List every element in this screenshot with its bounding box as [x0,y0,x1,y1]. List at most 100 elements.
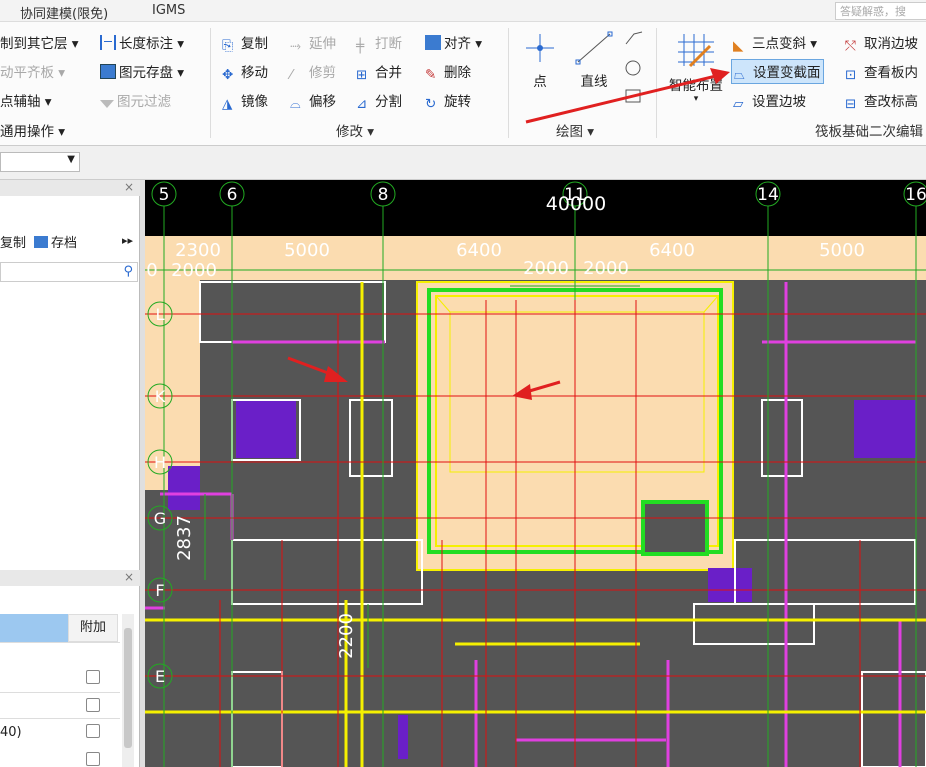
trim-icon: ⁄ [290,67,293,83]
view-elevation-button[interactable]: ⊟ 查改标高 [845,90,918,112]
point-axis-button[interactable]: 点辅轴 ▾ [0,90,52,110]
trim-button[interactable]: ⁄ 修剪 [290,61,336,83]
general-ops-group-label[interactable]: 通用操作 ▾ [0,120,65,140]
checkbox[interactable] [86,724,100,738]
row-value: 40) [0,725,22,740]
set-slope-button[interactable]: ⏥ 设置边坡 [733,90,806,112]
line-icon [575,31,613,65]
align-icon [425,35,441,50]
panel-save-button[interactable]: 存档 [34,232,77,251]
merge-icon: ⊞ [356,67,368,83]
row-axis-label: G [154,509,166,528]
mirror-button[interactable]: ◮ 镜像 [222,90,268,112]
axis-label: 14 [757,185,779,205]
cad-drawing[interactable]: 5 6 8 11 14 16 40000 L K H G F E 2300 50… [145,180,926,767]
row-axis-label: F [155,581,164,600]
layer-select[interactable]: ▼ [0,152,80,172]
close-icon[interactable]: × [124,180,134,194]
auto-align-slab-button[interactable]: 动平齐板 ▾ [0,61,65,81]
element-filter-button[interactable]: 图元过滤 [100,90,171,110]
panel-copy-button[interactable]: 复制 [0,232,26,251]
properties-header: × [0,570,140,586]
row-axis-label: K [155,387,166,406]
expand-icon[interactable]: ▸▸ [122,234,133,247]
offset-icon: ⌓ [290,96,301,112]
break-icon: ╪ [356,38,365,54]
scrollbar[interactable] [122,614,134,767]
dimension-text: 2000 [583,258,629,279]
table-header-extra: 附加 [68,614,118,642]
copy-button[interactable]: ⎘ 复制 [222,32,268,54]
copy-to-layer-button[interactable]: 制到其它层 ▾ [0,32,79,52]
three-point-slope-button[interactable]: ◣ 三点变斜 ▾ [733,32,817,54]
extend-button[interactable]: ⤑ 延伸 [290,32,336,54]
dimension-text: 5000 [819,240,865,261]
close-icon[interactable]: × [124,570,134,584]
tab-igms[interactable]: IGMS [152,3,185,18]
dimension-text: 2837 [174,515,195,561]
eraser-icon: ✎ [425,67,437,83]
tab-collab-modeling[interactable]: 协同建模(限免) [20,3,108,22]
length-dim-icon [100,35,116,50]
split-icon: ⊿ [356,96,368,112]
copy-icon: ⎘ [222,38,234,54]
dimension-text: 2000 [523,258,569,279]
dimension-text: 6400 [456,240,502,261]
rotate-button[interactable]: ↻ 旋转 [425,90,471,112]
row-axis-label: E [155,667,165,686]
table-header-cell [0,614,68,642]
move-button[interactable]: ✥ 移动 [222,61,268,83]
set-section-button[interactable]: ⏢ 设置变截面 [731,59,824,84]
dimension-text: 5000 [284,240,330,261]
help-search-input[interactable]: 答疑解惑，搜 [835,2,926,20]
total-dimension: 40000 [546,193,606,215]
raft-group-label: 筏板基础二次编辑 [815,124,923,140]
view-slab-button[interactable]: ⊡ 查看板内 [845,61,918,83]
dimension-text: 0 [146,260,157,281]
cancel-slope-button[interactable]: ⤲ 取消边坡 [845,32,918,54]
checkbox[interactable] [86,698,100,712]
align-button[interactable]: 对齐 ▾ [425,32,482,52]
dimension-text: 2000 [171,260,217,281]
top-tab-bar: 协同建模(限免) IGMS 答疑解惑，搜 [0,0,926,22]
drawing-canvas[interactable]: 5 6 8 11 14 16 40000 L K H G F E 2300 50… [145,180,926,767]
slope-icon: ◣ [733,38,744,54]
point-icon [526,34,554,62]
dimension-text: 6400 [649,240,695,261]
panel-search-input[interactable]: ⚲ [0,262,138,282]
axis-label: 8 [378,185,389,205]
save-icon [100,64,116,79]
elevation-icon: ⊟ [845,96,857,112]
merge-button[interactable]: ⊞ 合并 [356,61,402,83]
length-dim-button[interactable]: 长度标注 ▾ [100,32,184,52]
filter-icon [100,100,114,108]
split-button[interactable]: ⊿ 分割 [356,90,402,112]
break-button[interactable]: ╪ 打断 [356,32,402,54]
axis-label: 5 [159,185,170,205]
rotate-icon: ↻ [425,96,437,112]
dimension-text: 2200 [336,613,357,659]
element-save-button[interactable]: 图元存盘 ▾ [100,61,184,81]
search-icon: ⚲ [123,264,133,279]
modify-group-label[interactable]: 修改 ▾ [336,120,374,140]
annotation-arrow [525,68,730,124]
move-icon: ✥ [222,67,234,83]
axis-label: 16 [905,185,926,205]
left-panel: × 复制 存档 ▸▸ ⚲ × 附加 40) [0,180,140,767]
checkbox[interactable] [86,670,100,684]
delete-button[interactable]: ✎ 删除 [425,61,471,83]
cancel-slope-icon: ⤲ [845,38,856,54]
row-axis-label: H [154,453,166,472]
chevron-down-icon: ▼ [67,154,75,165]
mirror-icon: ◮ [222,96,233,112]
ribbon: 制到其它层 ▾ 动平齐板 ▾ 点辅轴 ▾ 通用操作 ▾ 长度标注 ▾ 图元存盘 … [0,22,926,146]
dimension-text: 2300 [175,240,221,261]
panel-header: × [0,180,140,196]
ribbon-separator [508,28,509,138]
secondary-toolbar: ▼ [0,146,926,180]
offset-button[interactable]: ⌓ 偏移 [290,90,336,112]
view-slab-icon: ⊡ [845,67,857,83]
save-icon [34,236,48,248]
checkbox[interactable] [86,752,100,766]
extend-icon: ⤑ [290,38,301,54]
